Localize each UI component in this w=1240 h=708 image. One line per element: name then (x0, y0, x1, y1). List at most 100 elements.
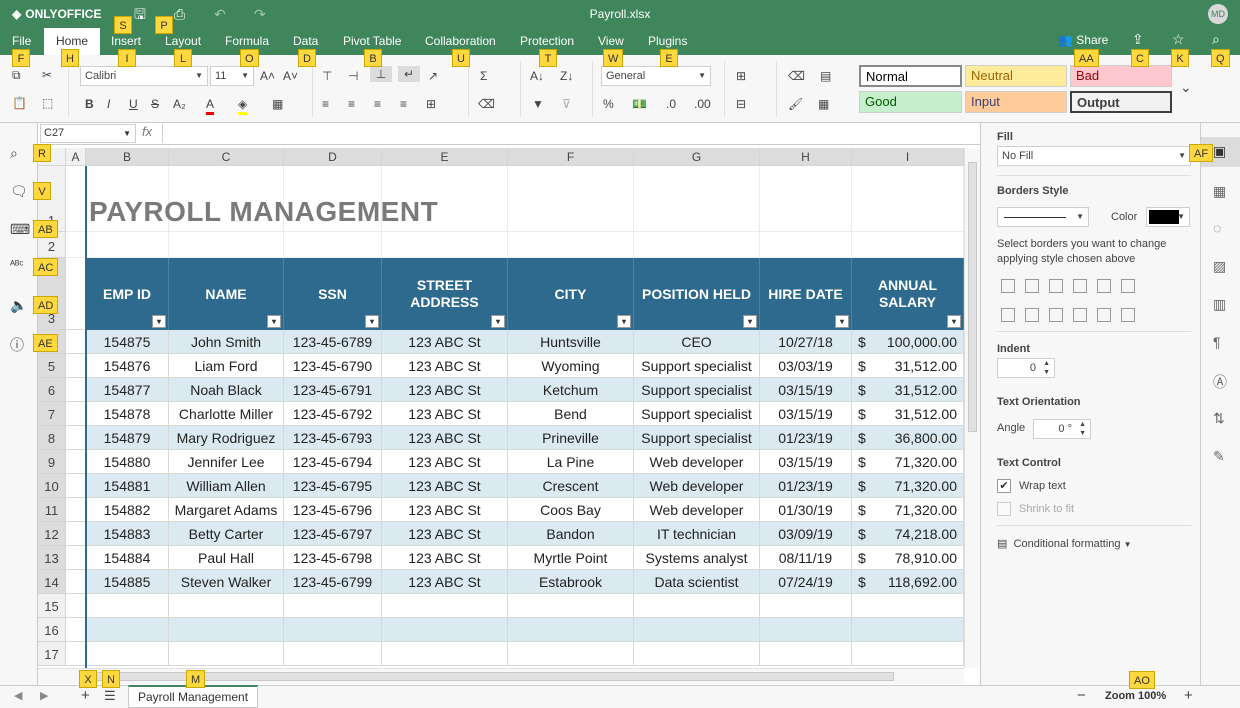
orientation-icon[interactable]: ↗ (428, 68, 438, 84)
paste-icon[interactable]: 📋 (12, 95, 27, 111)
table-cell[interactable]: 03/15/19 (760, 378, 852, 402)
empty-cell[interactable] (86, 594, 169, 618)
conditional-format-icon[interactable]: ▤ (820, 68, 831, 84)
table-cell[interactable]: 123-45-6798 (284, 546, 382, 570)
table-cell[interactable]: 123-45-6790 (284, 354, 382, 378)
table-cell[interactable]: 123-45-6789 (284, 330, 382, 354)
table-cell[interactable]: Charlotte Miller (169, 402, 284, 426)
outer-border-icon[interactable] (1073, 279, 1087, 293)
salary-cell[interactable]: $100,000.00 (852, 330, 964, 354)
chart-settings-icon[interactable]: ▥ (1213, 296, 1226, 313)
table-cell[interactable]: 10/27/18 (760, 330, 852, 354)
table-cell[interactable]: Betty Carter (169, 522, 284, 546)
table-cell[interactable]: Myrtle Point (508, 546, 634, 570)
align-left-icon[interactable]: ≡ (322, 96, 329, 112)
table-cell[interactable]: 123 ABC St (382, 474, 508, 498)
share-button[interactable]: 👥 Share (1058, 33, 1108, 47)
table-cell[interactable]: 123-45-6794 (284, 450, 382, 474)
scrollbar-thumb[interactable] (88, 672, 894, 681)
table-cell[interactable]: 154879 (86, 426, 169, 450)
zoom-level[interactable]: Zoom 100% (1105, 690, 1166, 702)
search-icon[interactable]: ⌕ (1212, 31, 1220, 48)
row-header[interactable]: 14 (38, 570, 66, 594)
diagonal-down-icon[interactable] (1121, 279, 1135, 293)
align-bottom-icon[interactable]: ⊥ (370, 66, 392, 82)
table-cell[interactable]: Wyoming (508, 354, 634, 378)
percent-icon[interactable]: % (603, 96, 614, 112)
empty-cell[interactable] (284, 594, 382, 618)
empty-cell[interactable] (284, 642, 382, 666)
empty-cell[interactable] (508, 642, 634, 666)
empty-cell[interactable] (66, 232, 86, 258)
table-cell[interactable]: 123 ABC St (382, 354, 508, 378)
salary-cell[interactable]: $71,320.00 (852, 498, 964, 522)
empty-cell[interactable] (852, 594, 964, 618)
column-header-d[interactable]: D (284, 148, 382, 166)
table-cell[interactable]: 123 ABC St (382, 498, 508, 522)
table-cell[interactable]: 01/23/19 (760, 426, 852, 450)
salary-cell[interactable]: $71,320.00 (852, 450, 964, 474)
table-cell[interactable]: 154875 (86, 330, 169, 354)
table-cell[interactable]: 123-45-6793 (284, 426, 382, 450)
column-header-a[interactable]: A (66, 148, 86, 166)
favorite-star-icon[interactable]: ☆ (1172, 31, 1185, 48)
column-header-f[interactable]: F (508, 148, 634, 166)
border-line-style-select[interactable]: ▼ (997, 207, 1089, 227)
salary-cell[interactable]: $74,218.00 (852, 522, 964, 546)
table-cell[interactable]: 123 ABC St (382, 546, 508, 570)
empty-cell[interactable] (66, 498, 86, 522)
cut-icon[interactable]: ✂ (42, 67, 52, 83)
sheet-list-icon[interactable]: ☰ (104, 688, 116, 704)
named-ranges-icon[interactable]: ⌫ (478, 96, 495, 112)
empty-cell[interactable] (66, 594, 86, 618)
copy-style-icon[interactable]: 🖌 (788, 96, 803, 112)
empty-cell[interactable] (382, 618, 508, 642)
search-icon[interactable]: ⌕ (10, 145, 18, 162)
empty-cell[interactable] (508, 232, 634, 258)
increase-font-icon[interactable]: A˄ (260, 68, 275, 84)
table-cell[interactable]: John Smith (169, 330, 284, 354)
inner-horizontal-icon[interactable] (1097, 308, 1111, 322)
inner-borders-icon[interactable] (1025, 279, 1039, 293)
table-cell[interactable]: 154883 (86, 522, 169, 546)
table-cell[interactable]: Support specialist (634, 426, 760, 450)
align-right-icon[interactable]: ≡ (374, 96, 381, 112)
empty-cell[interactable] (66, 330, 86, 354)
image-settings-icon[interactable]: ▨ (1213, 258, 1226, 275)
salary-cell[interactable]: $71,320.00 (852, 474, 964, 498)
empty-cell[interactable] (66, 642, 86, 666)
format-as-table-icon[interactable]: ▦ (818, 96, 829, 112)
column-header-c[interactable]: C (169, 148, 284, 166)
empty-cell[interactable] (66, 166, 86, 232)
table-cell[interactable]: Web developer (634, 450, 760, 474)
table-cell[interactable]: William Allen (169, 474, 284, 498)
number-format-select[interactable]: General ▼ (601, 66, 711, 86)
row-header[interactable]: 13 (38, 546, 66, 570)
empty-cell[interactable] (760, 166, 852, 232)
filter-dropdown-icon[interactable]: ▾ (267, 315, 281, 328)
strikethrough-icon[interactable]: S (151, 96, 159, 112)
empty-cell[interactable] (852, 166, 964, 232)
table-cell[interactable]: Margaret Adams (169, 498, 284, 522)
empty-cell[interactable] (852, 232, 964, 258)
open-location-icon[interactable]: ⇪ (1132, 31, 1144, 48)
accounting-icon[interactable]: 💵 (632, 96, 647, 112)
table-cell[interactable]: CEO (634, 330, 760, 354)
table-cell[interactable]: Prineville (508, 426, 634, 450)
empty-cell[interactable] (760, 642, 852, 666)
empty-cell[interactable] (66, 570, 86, 594)
comments-icon[interactable]: 🗨 (10, 183, 28, 200)
table-cell[interactable]: La Pine (508, 450, 634, 474)
table-cell[interactable]: Jennifer Lee (169, 450, 284, 474)
row-header[interactable]: 6 (38, 378, 66, 402)
empty-cell[interactable] (169, 232, 284, 258)
table-cell[interactable]: 154881 (86, 474, 169, 498)
column-header-i[interactable]: I (852, 148, 964, 166)
filter-dropdown-icon[interactable]: ▾ (365, 315, 379, 328)
formula-input[interactable] (162, 124, 962, 143)
empty-cell[interactable] (760, 618, 852, 642)
left-border-icon[interactable] (1001, 308, 1015, 322)
column-header-e[interactable]: E (382, 148, 508, 166)
align-top-icon[interactable]: ⊤ (322, 68, 332, 84)
zoom-out-icon[interactable]: − (1077, 687, 1086, 704)
